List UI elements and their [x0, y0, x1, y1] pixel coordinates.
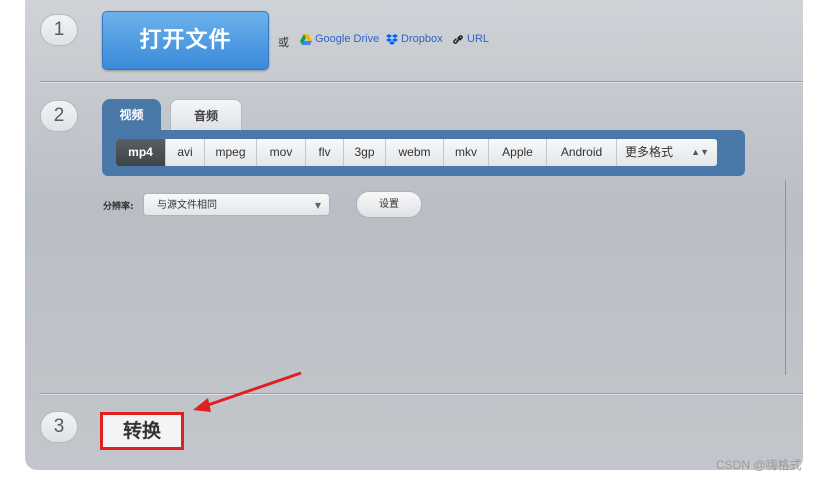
watermark: CSDN @嗨格式: [716, 458, 802, 472]
annotation-arrow-icon: [193, 371, 302, 412]
